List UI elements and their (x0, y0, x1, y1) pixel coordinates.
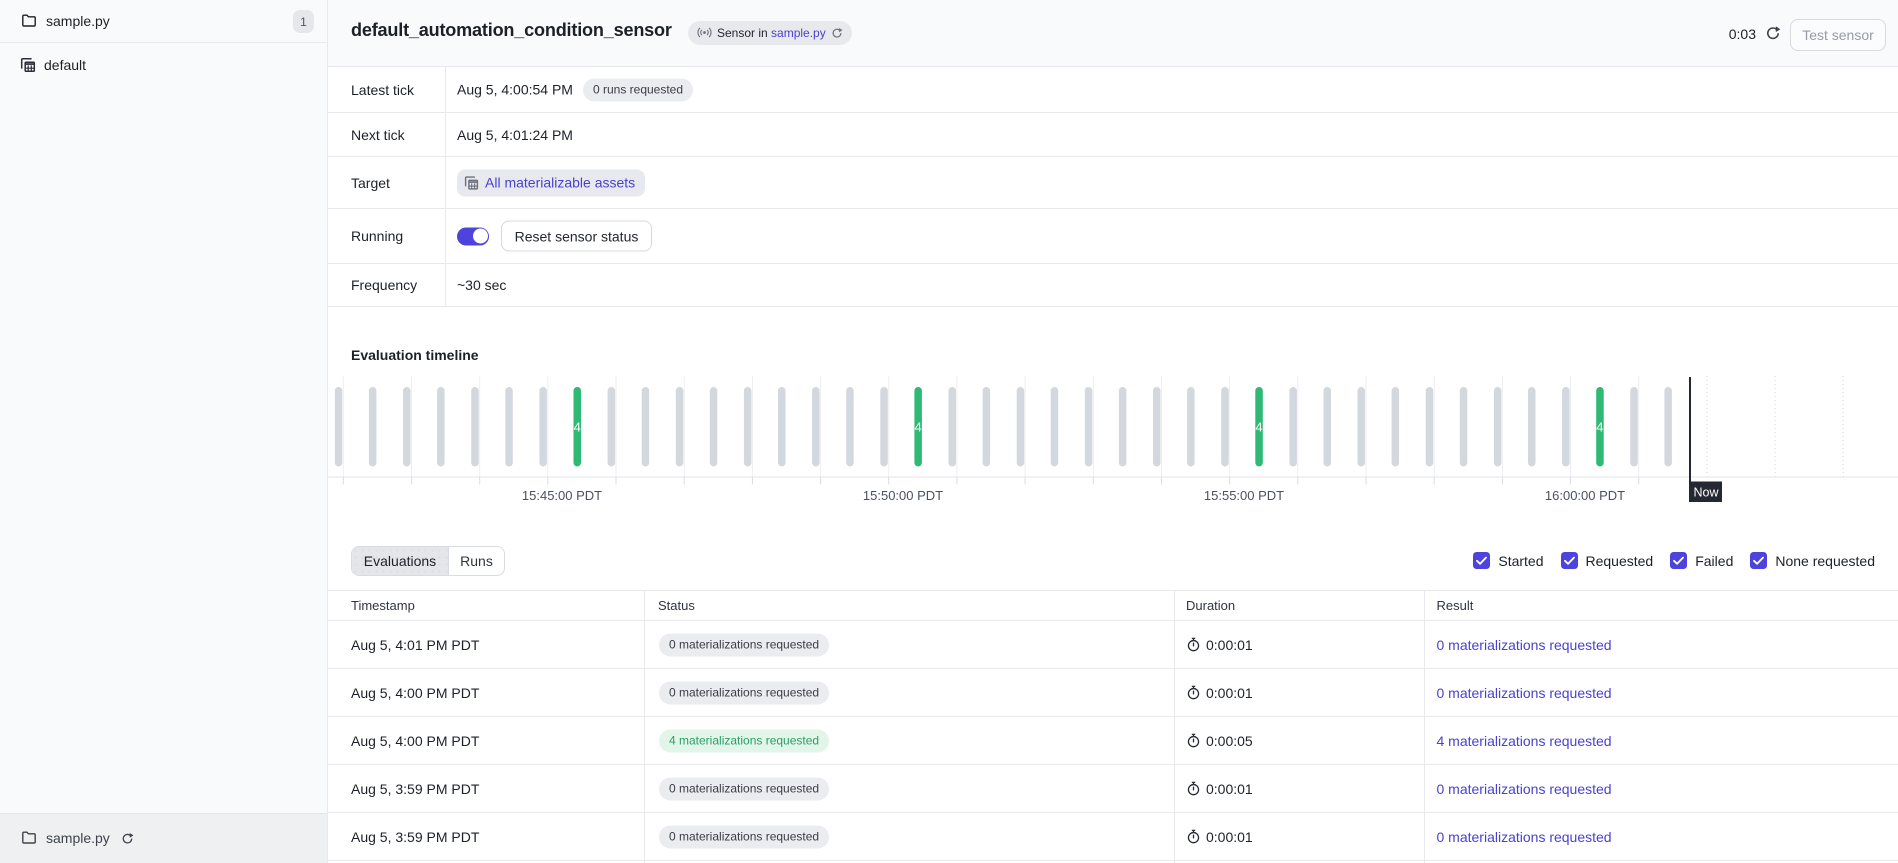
svg-text:15:45:00 PDT: 15:45:00 PDT (522, 488, 602, 503)
svg-text:15:50:00 PDT: 15:50:00 PDT (863, 488, 943, 503)
svg-text:4: 4 (914, 420, 921, 435)
svg-text:Now: Now (1693, 486, 1719, 500)
svg-text:4: 4 (574, 420, 581, 435)
svg-text:16:00:00 PDT: 16:00:00 PDT (1545, 488, 1625, 503)
svg-text:4: 4 (1596, 420, 1603, 435)
svg-text:4: 4 (1255, 420, 1262, 435)
svg-text:15:55:00 PDT: 15:55:00 PDT (1204, 488, 1284, 503)
